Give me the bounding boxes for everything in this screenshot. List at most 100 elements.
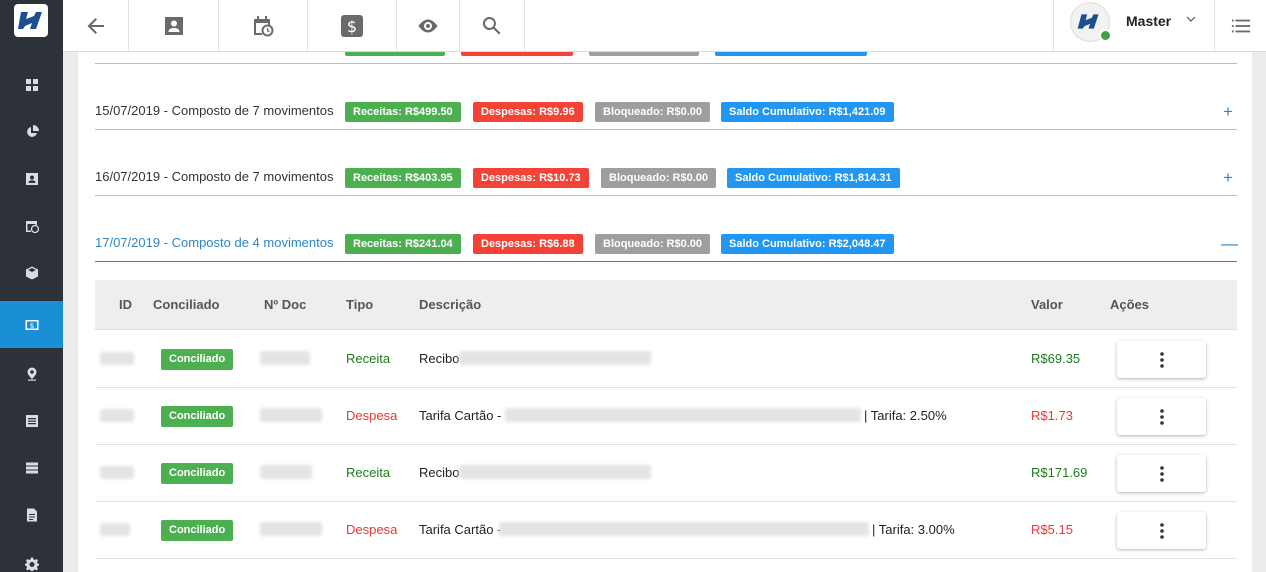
eye-icon bbox=[418, 19, 438, 32]
sidebar-item-settings[interactable] bbox=[0, 540, 63, 572]
bloqueado-badge: Bloqueado: R$0.00 bbox=[595, 102, 711, 122]
back-button[interactable] bbox=[63, 0, 129, 51]
status-badge: Conciliado bbox=[161, 463, 234, 484]
despesas-badge: Despesas: R$6.88 bbox=[473, 234, 583, 254]
actions-button[interactable] bbox=[1117, 398, 1206, 435]
finance-button[interactable]: $ bbox=[308, 0, 397, 51]
despesas-badge: Despesas: R$10.73 bbox=[473, 168, 589, 188]
svg-text:$: $ bbox=[29, 322, 33, 330]
status-badge: Conciliado bbox=[161, 520, 234, 541]
col-descricao[interactable]: Descrição bbox=[419, 297, 481, 312]
server-icon bbox=[25, 462, 38, 473]
gear-icon bbox=[24, 557, 39, 571]
redacted-doc bbox=[260, 465, 312, 479]
search-button[interactable] bbox=[460, 0, 525, 51]
saldo-badge: Saldo Cumulativo: R$2,048.47 bbox=[721, 234, 894, 254]
table-row: Conciliado Despesa Tarifa Cartão - | Tar… bbox=[95, 502, 1237, 559]
group-title[interactable]: 16/07/2019 - Composto de 7 movimentos bbox=[95, 169, 333, 184]
view-button[interactable] bbox=[397, 0, 460, 51]
more-vertical-icon bbox=[1159, 408, 1164, 425]
sidebar-item-schedule[interactable] bbox=[0, 202, 63, 249]
col-acoes: Ações bbox=[1110, 297, 1150, 312]
pie-chart-icon bbox=[26, 124, 39, 137]
tipo-cell: Despesa bbox=[346, 522, 398, 537]
redacted-doc bbox=[260, 408, 322, 422]
more-vertical-icon bbox=[1159, 465, 1164, 482]
dollar-icon: $ bbox=[341, 14, 363, 37]
bloqueado-badge: Bloqueado: R$0.00 bbox=[595, 234, 711, 254]
sidebar-item-finance[interactable]: $ bbox=[0, 301, 63, 348]
map-pin-icon bbox=[27, 367, 36, 381]
sidebar-item-servers[interactable] bbox=[0, 444, 63, 491]
money-icon: $ bbox=[25, 319, 38, 330]
back-arrow-icon bbox=[87, 17, 104, 34]
descricao-cell: Recibo bbox=[419, 351, 460, 366]
status-badge: Conciliado bbox=[161, 406, 234, 427]
table-row: Conciliado Despesa Tarifa Cartão - | Tar… bbox=[95, 388, 1237, 445]
col-id[interactable]: ID bbox=[119, 297, 132, 312]
sidebar-item-documents[interactable] bbox=[0, 491, 63, 538]
group-row[interactable]: 16/07/2019 - Composto de 7 movimentos Re… bbox=[95, 168, 1237, 196]
sidebar-item-list[interactable] bbox=[0, 397, 63, 444]
redacted-text bbox=[459, 351, 651, 365]
group-row-expanded[interactable]: 17/07/2019 - Composto de 4 movimentos Re… bbox=[95, 234, 1238, 262]
status-badge: Conciliado bbox=[161, 349, 234, 370]
redacted-id bbox=[100, 352, 134, 365]
col-valor[interactable]: Valor bbox=[1031, 297, 1063, 312]
sidebar-item-dashboard[interactable] bbox=[0, 61, 63, 108]
sidebar-item-products[interactable] bbox=[0, 249, 63, 296]
saldo-badge: Saldo Cumulativo: R$1,421.09 bbox=[721, 102, 894, 122]
schedule-button[interactable] bbox=[219, 0, 308, 51]
contact-card-icon bbox=[164, 16, 183, 35]
table-row: Conciliado Receita Recibo R$69.35 bbox=[95, 331, 1237, 388]
receitas-badge: Receitas: R$403.95 bbox=[345, 168, 461, 188]
descricao-cell: Tarifa Cartão - bbox=[419, 522, 502, 537]
tipo-cell: Receita bbox=[346, 351, 391, 366]
list-menu-icon bbox=[1231, 19, 1250, 32]
col-ndoc[interactable]: Nº Doc bbox=[264, 297, 306, 312]
group-title[interactable]: 15/07/2019 - Composto de 7 movimentos bbox=[95, 103, 333, 118]
svg-text:$: $ bbox=[347, 17, 357, 36]
contact-card-icon bbox=[25, 172, 38, 185]
valor-cell: R$5.15 bbox=[1031, 522, 1073, 537]
list-icon bbox=[25, 414, 38, 427]
despesas-badge: Despesas: R$9.96 bbox=[473, 102, 583, 122]
user-name: Master bbox=[1126, 13, 1172, 29]
col-conciliado[interactable]: Conciliado bbox=[153, 297, 219, 312]
descricao-cell: Tarifa Cartão - bbox=[419, 408, 502, 423]
tarifa-cell: | Tarifa: 2.50% bbox=[864, 408, 947, 423]
dashboard-icon bbox=[25, 78, 38, 91]
bloqueado-badge: Bloqueado: R$0.00 bbox=[601, 168, 717, 188]
app-logo[interactable] bbox=[14, 4, 48, 37]
group-title[interactable]: 17/07/2019 - Composto de 4 movimentos bbox=[95, 235, 333, 250]
actions-button[interactable] bbox=[1117, 512, 1206, 549]
contacts-button[interactable] bbox=[129, 0, 219, 51]
expand-icon[interactable]: + bbox=[1221, 102, 1235, 122]
redacted-id bbox=[100, 466, 134, 479]
valor-cell: R$1.73 bbox=[1031, 408, 1073, 423]
menu-button[interactable] bbox=[1215, 0, 1266, 51]
redacted-id bbox=[100, 409, 134, 422]
saldo-badge: Saldo Cumulativo: R$1,814.31 bbox=[727, 168, 900, 188]
redacted-text bbox=[499, 522, 869, 536]
sidebar-item-contacts[interactable] bbox=[0, 155, 63, 202]
document-icon bbox=[26, 508, 37, 521]
sidebar-item-locations[interactable] bbox=[0, 350, 63, 397]
user-menu[interactable]: Master bbox=[1053, 0, 1215, 51]
redacted-id bbox=[100, 523, 130, 536]
sidebar-item-reports[interactable] bbox=[0, 108, 63, 155]
more-vertical-icon bbox=[1159, 522, 1164, 539]
group-row-partial[interactable] bbox=[95, 52, 1237, 64]
tarifa-cell: | Tarifa: 3.00% bbox=[872, 522, 955, 537]
actions-button[interactable] bbox=[1117, 455, 1206, 492]
group-row[interactable]: 15/07/2019 - Composto de 7 movimentos Re… bbox=[95, 102, 1237, 130]
online-status-icon bbox=[1099, 29, 1112, 42]
col-tipo[interactable]: Tipo bbox=[346, 297, 373, 312]
collapse-icon[interactable]: — bbox=[1221, 234, 1238, 254]
tipo-cell: Despesa bbox=[346, 408, 398, 423]
expand-icon[interactable]: + bbox=[1221, 168, 1235, 188]
table-header: ID Conciliado Nº Doc Tipo Descrição Valo… bbox=[95, 280, 1237, 330]
valor-cell: R$171.69 bbox=[1031, 465, 1088, 480]
actions-button[interactable] bbox=[1117, 341, 1206, 378]
calendar-clock-icon bbox=[25, 220, 39, 233]
